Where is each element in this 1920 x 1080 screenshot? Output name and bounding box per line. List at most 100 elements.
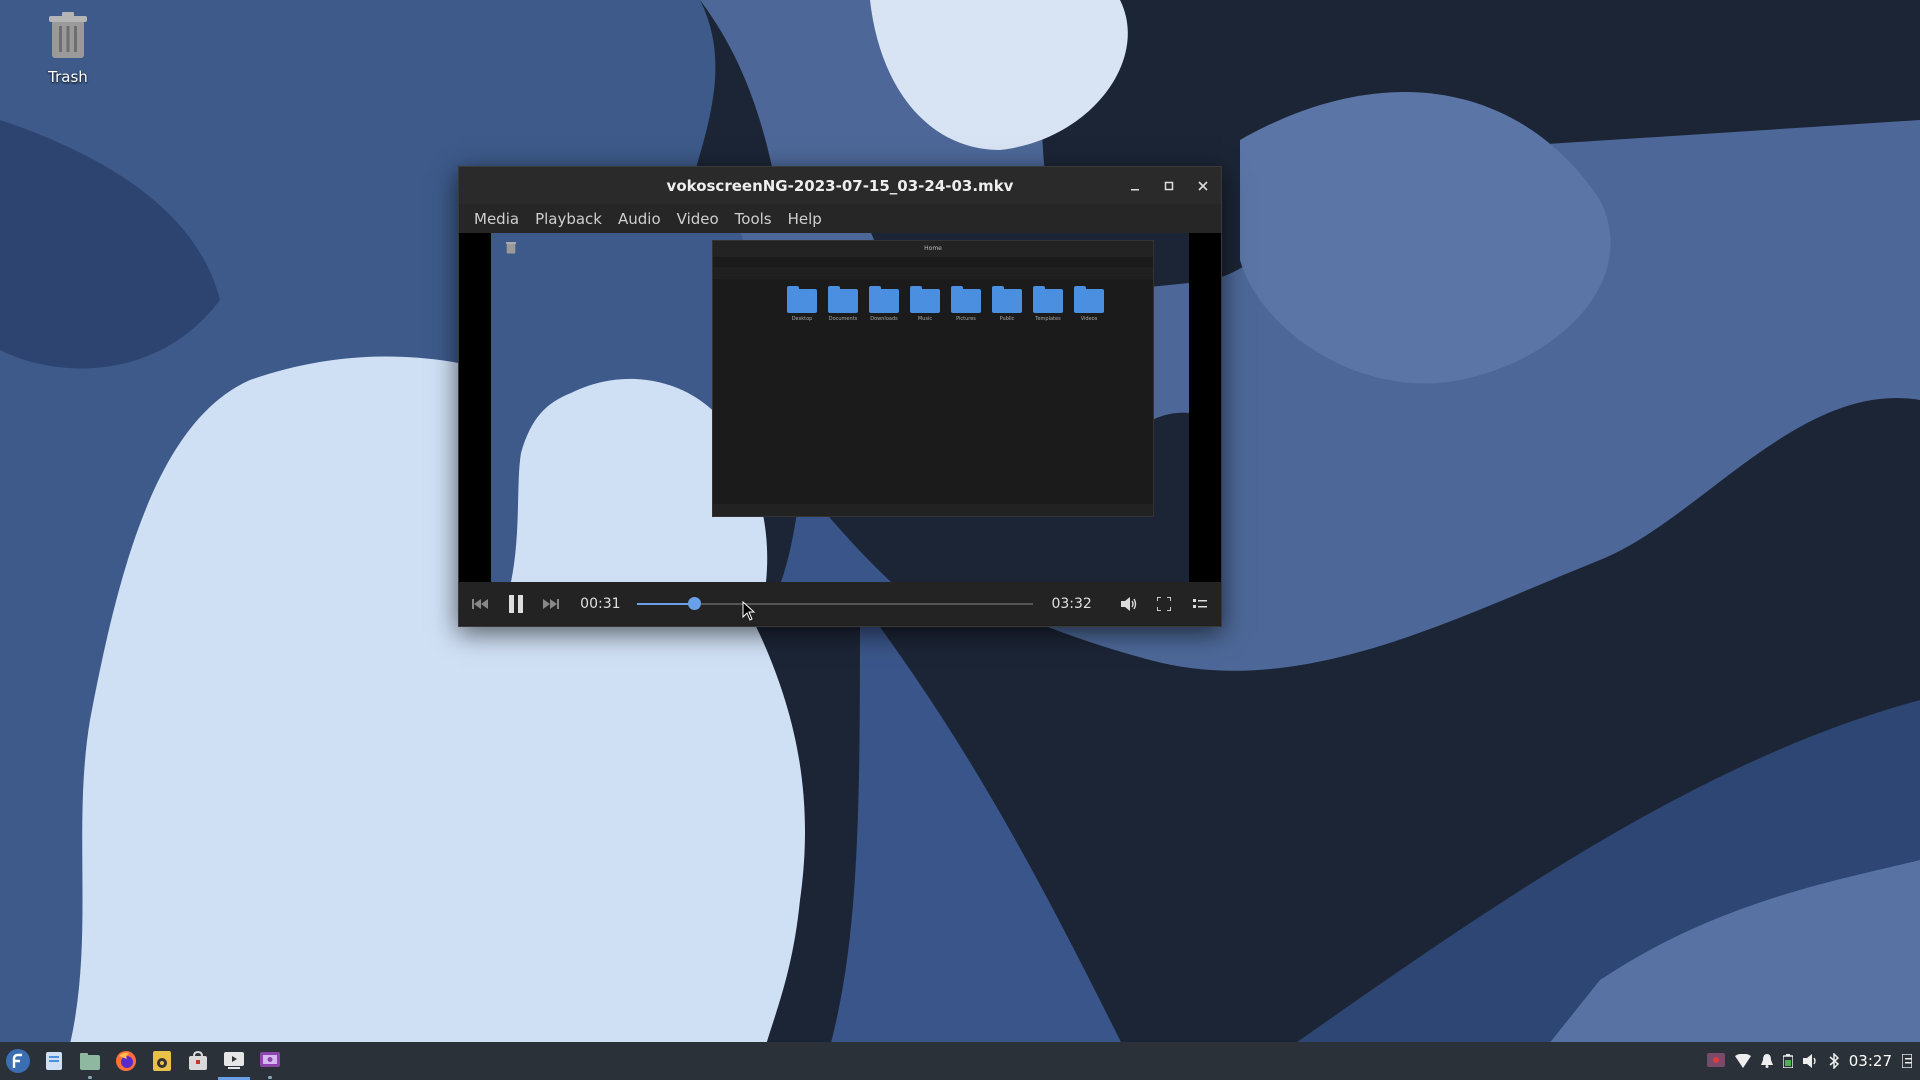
window-controls <box>1125 167 1213 204</box>
nested-menubar <box>713 257 1153 267</box>
folder-icon <box>1033 286 1063 313</box>
elapsed-time: 00:31 <box>580 595 621 612</box>
nested-body: Desktop Documents Downloads Music Pictur… <box>713 279 1153 494</box>
fedora-menu-icon <box>6 1049 30 1073</box>
taskbar-rhythmbox[interactable] <box>144 1042 180 1080</box>
folder-name: Documents <box>828 316 858 322</box>
nested-toolbar <box>713 267 1153 279</box>
clock[interactable]: 03:27 <box>1849 1052 1892 1070</box>
trash-desktop-icon[interactable]: Trash <box>38 12 98 86</box>
folder-icon <box>828 286 858 313</box>
media-player-window[interactable]: vokoscreenNG-2023-07-15_03-24-03.mkv Med… <box>458 166 1222 627</box>
pause-icon <box>508 594 523 613</box>
taskbar-screen-recorder[interactable] <box>252 1042 288 1080</box>
trash-label: Trash <box>48 68 88 86</box>
minimize-icon <box>1131 188 1139 190</box>
menu-tools[interactable]: Tools <box>728 210 779 228</box>
nested-folder: Music <box>910 286 940 322</box>
bluetooth-icon[interactable] <box>1829 1053 1839 1069</box>
files-icon <box>46 1052 62 1070</box>
nested-folder: Desktop <box>787 286 817 322</box>
folder-name: Public <box>999 316 1015 322</box>
seek-handle[interactable] <box>688 596 702 610</box>
folder-icon <box>787 286 817 313</box>
nested-folder: Documents <box>828 286 858 322</box>
seek-slider[interactable] <box>636 594 1034 614</box>
pause-button[interactable] <box>505 593 527 615</box>
maximize-button[interactable] <box>1159 176 1179 196</box>
next-button[interactable] <box>540 593 562 615</box>
playback-controls: 00:31 03:32 <box>459 582 1221 625</box>
system-tray: 03:27 <box>1706 1042 1912 1080</box>
folder-icon <box>869 286 899 313</box>
media-player-icon <box>224 1052 244 1069</box>
folder-icon <box>1074 286 1104 313</box>
nested-folder: Pictures <box>951 286 981 322</box>
nested-folder: Downloads <box>869 286 899 322</box>
nested-statusbar <box>713 504 1153 516</box>
taskbar-software[interactable] <box>180 1042 216 1080</box>
nested-folder: Templates <box>1033 286 1063 322</box>
playlist-button[interactable] <box>1189 593 1211 615</box>
minimize-button[interactable] <box>1125 176 1145 196</box>
video-frame: Home Desktop Documents Downloads Music P… <box>491 233 1189 582</box>
maximize-icon <box>1164 181 1174 190</box>
menu-audio[interactable]: Audio <box>611 210 668 228</box>
rhythmbox-icon <box>153 1051 171 1071</box>
menu-media[interactable]: Media <box>467 210 526 228</box>
taskbar-files[interactable] <box>36 1042 72 1080</box>
folder-icon <box>992 286 1022 313</box>
menu-bar: Media Playback Audio Video Tools Help <box>459 204 1221 233</box>
folder-name: Videos <box>1080 316 1098 322</box>
nested-file-manager: Home Desktop Documents Downloads Music P… <box>712 240 1154 517</box>
taskbar-file-manager[interactable] <box>72 1042 108 1080</box>
skip-next-icon <box>543 598 560 609</box>
software-icon <box>189 1051 207 1070</box>
menu-video[interactable]: Video <box>670 210 726 228</box>
volume-tray-icon[interactable] <box>1802 1054 1819 1068</box>
nested-folder: Videos <box>1074 286 1104 322</box>
show-desktop-icon[interactable] <box>1902 1054 1912 1068</box>
firefox-icon <box>116 1051 136 1071</box>
folder-name: Pictures <box>956 316 976 322</box>
previous-button[interactable] <box>469 593 491 615</box>
menu-playback[interactable]: Playback <box>528 210 609 228</box>
nested-title: Home <box>713 241 1153 257</box>
recorder-tray-icon[interactable] <box>1706 1053 1725 1069</box>
folder-name: Desktop <box>791 316 813 322</box>
close-icon <box>1198 180 1208 191</box>
wifi-icon[interactable] <box>1734 1054 1751 1068</box>
nested-trash <box>505 239 517 258</box>
folder-icon <box>951 286 981 313</box>
battery-icon[interactable] <box>1782 1054 1793 1068</box>
trash-icon <box>49 12 87 58</box>
fullscreen-button[interactable] <box>1154 593 1176 615</box>
notification-bell-icon[interactable] <box>1760 1054 1773 1068</box>
nested-sidebar <box>713 279 781 494</box>
volume-button[interactable] <box>1118 593 1140 615</box>
fullscreen-icon <box>1157 596 1172 611</box>
mouse-cursor <box>742 601 756 621</box>
total-duration: 03:32 <box>1051 595 1092 612</box>
window-titlebar[interactable]: vokoscreenNG-2023-07-15_03-24-03.mkv <box>459 167 1221 204</box>
nested-folder: Public <box>992 286 1022 322</box>
playlist-icon <box>1193 598 1208 608</box>
close-button[interactable] <box>1193 176 1213 196</box>
video-area[interactable]: Home Desktop Documents Downloads Music P… <box>459 233 1221 582</box>
trash-icon <box>505 242 517 254</box>
folder-name: Downloads <box>870 316 898 322</box>
taskbar-fedora-menu[interactable] <box>0 1042 36 1080</box>
folder-name: Music <box>917 316 933 322</box>
folder-icon <box>910 286 940 313</box>
file-manager-icon <box>80 1053 100 1070</box>
taskbar: 03:27 <box>0 1042 1920 1080</box>
screen-recorder-icon <box>260 1052 280 1067</box>
taskbar-firefox[interactable] <box>108 1042 144 1080</box>
folder-name: Templates <box>1035 316 1061 322</box>
window-title: vokoscreenNG-2023-07-15_03-24-03.mkv <box>666 176 1014 195</box>
skip-previous-icon <box>471 598 488 609</box>
volume-icon <box>1120 596 1136 611</box>
taskbar-media-player[interactable] <box>216 1042 252 1080</box>
menu-help[interactable]: Help <box>781 210 829 228</box>
nested-folder-grid: Desktop Documents Downloads Music Pictur… <box>781 279 1153 494</box>
